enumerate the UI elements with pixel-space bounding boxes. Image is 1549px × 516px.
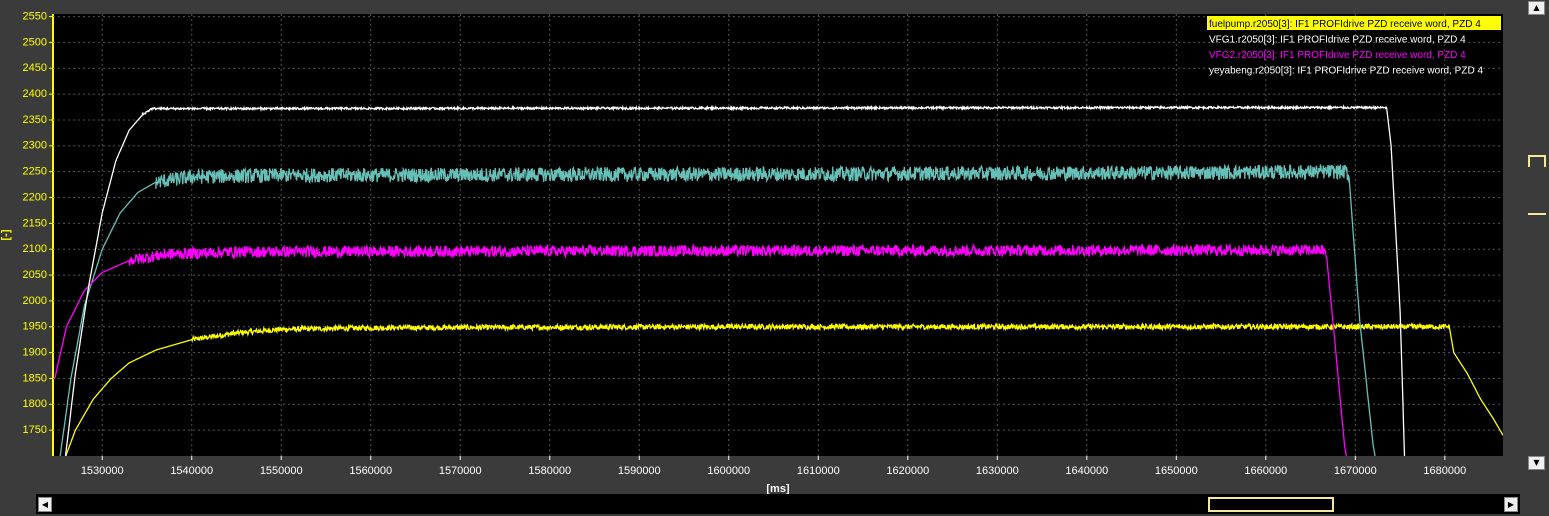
x-tick-label: 1620000 [886,465,929,477]
plot-area[interactable] [53,14,1503,456]
x-tick-label: 1570000 [439,465,482,477]
x-tick-label: 1560000 [349,465,392,477]
y-tick-label: 2500 [23,36,47,48]
y-tick-label: 2550 [23,10,47,22]
y-axis-label: [-] [0,229,12,240]
x-tick-label: 1660000 [1244,465,1287,477]
x-tick-label: 1580000 [528,465,571,477]
vertical-scrollbar[interactable]: ▲ ▼ [1524,0,1549,471]
y-tick-label: 2100 [23,243,47,255]
x-tick-label: 1550000 [260,465,303,477]
legend-entry-2[interactable]: VFG2.r2050[3]: IF1 PROFIdrive PZD receiv… [1209,50,1466,61]
vertical-scroll-thumb[interactable] [1528,155,1546,215]
x-tick-label: 1530000 [81,465,124,477]
y-tick-label: 2450 [23,62,47,74]
y-tick-label: 1800 [23,398,47,410]
scroll-down-arrow-icon[interactable]: ▼ [1528,456,1545,470]
x-tick-label: 1640000 [1065,465,1108,477]
horizontal-scroll-thumb[interactable] [1208,497,1334,512]
x-tick-label: 1650000 [1155,465,1198,477]
x-tick-label: 1610000 [797,465,840,477]
y-tick-label: 2400 [23,88,47,100]
y-tick-label: 2050 [23,269,47,281]
x-tick-label: 1590000 [618,465,661,477]
x-tick-label: 1630000 [976,465,1019,477]
y-tick-label: 1850 [23,372,47,384]
y-tick-label: 1900 [23,347,47,359]
y-tick-label: 1950 [23,321,47,333]
x-tick-label: 1540000 [170,465,213,477]
chart-frame: 1750 1800 1850 1900 1950 2000 2050 2100 2150 2200… [0,0,1549,516]
legend-entry-1[interactable]: VFG1.r2050[3]: IF1 PROFIdrive PZD receiv… [1209,35,1466,46]
y-tick-label: 1750 [23,424,47,436]
scroll-left-arrow-icon[interactable]: ◀ [38,497,52,512]
y-tick-label: 2250 [23,166,47,178]
legend-entry-0[interactable]: fuelpump.r2050[3]: IF1 PROFIdrive PZD re… [1209,19,1481,30]
scroll-right-arrow-icon[interactable]: ▶ [1504,497,1518,512]
y-tick-label: 2000 [23,295,47,307]
x-tick-label: 1680000 [1423,465,1466,477]
scroll-up-arrow-icon[interactable]: ▲ [1528,1,1545,15]
legend-entry-3[interactable]: yeyabeng.r2050[3]: IF1 PROFIdrive PZD re… [1209,66,1483,77]
y-tick-label: 2200 [23,191,47,203]
x-tick-label: 1670000 [1334,465,1377,477]
x-tick-label: 1600000 [707,465,750,477]
y-tick-label: 2350 [23,114,47,126]
y-tick-label: 2150 [23,217,47,229]
y-tick-label: 2300 [23,140,47,152]
